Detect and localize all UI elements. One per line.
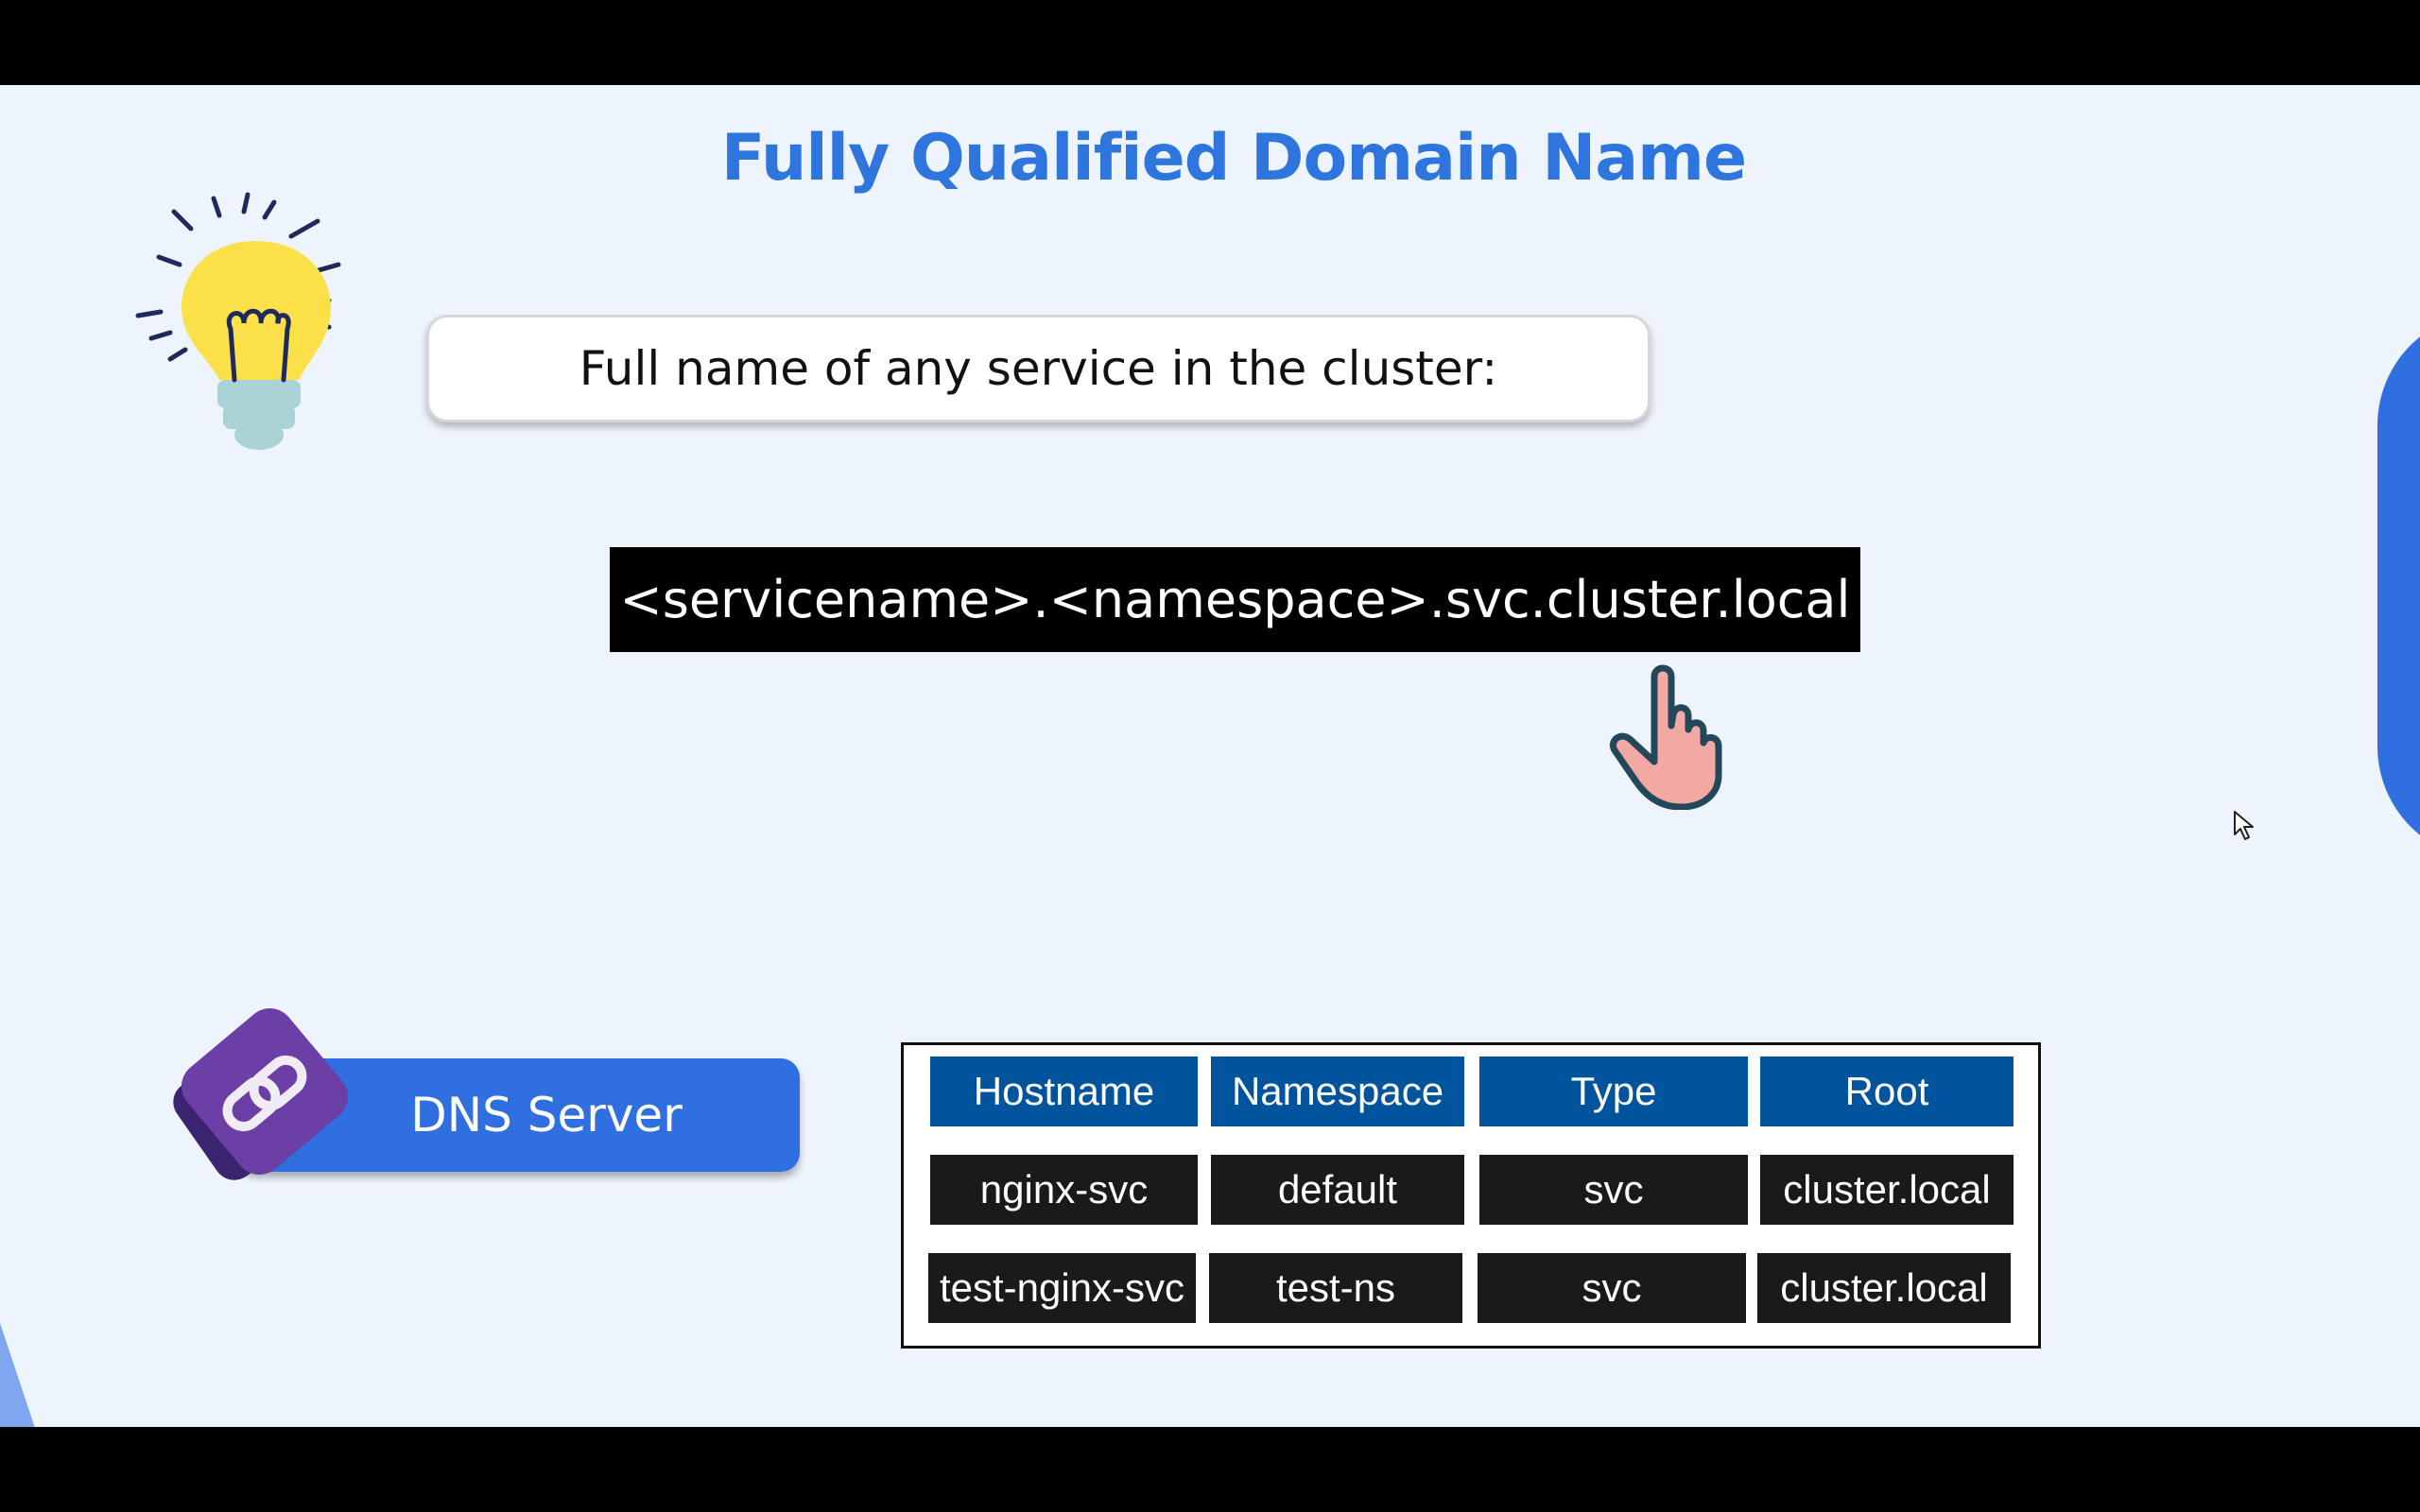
header-hostname: Hostname xyxy=(930,1057,1198,1126)
table-cell: default xyxy=(1211,1155,1464,1225)
header-namespace: Namespace xyxy=(1211,1057,1464,1126)
chain-link-icon xyxy=(173,1008,348,1180)
caption-box: Full name of any service in the cluster: xyxy=(426,315,1651,422)
table-cell: svc xyxy=(1479,1155,1748,1225)
header-root: Root xyxy=(1760,1057,2014,1126)
table-cell: cluster.local xyxy=(1757,1253,2011,1323)
decorative-blob-right xyxy=(2377,312,2420,860)
dns-server-group: DNS Server xyxy=(170,1006,813,1195)
fqdn-format: <servicename>.<namespace>.svc.cluster.lo… xyxy=(610,547,1860,652)
lightbulb-icon xyxy=(135,192,341,450)
decorative-blob-corner xyxy=(0,1323,35,1427)
table-cell: nginx-svc xyxy=(930,1155,1198,1225)
table-cell: cluster.local xyxy=(1760,1155,2014,1225)
pointing-hand-icon xyxy=(1610,664,1722,810)
table-cell: svc xyxy=(1478,1253,1746,1323)
table-cell: test-nginx-svc xyxy=(928,1253,1196,1323)
fqdn-table: Hostname Namespace Type Root nginx-svc d… xyxy=(901,1042,2041,1349)
table-cell: test-ns xyxy=(1209,1253,1462,1323)
slide: Fully Qualified Domain Name Full name of… xyxy=(0,85,2420,1427)
header-type: Type xyxy=(1479,1057,1748,1126)
mouse-cursor-icon xyxy=(2234,811,2254,840)
